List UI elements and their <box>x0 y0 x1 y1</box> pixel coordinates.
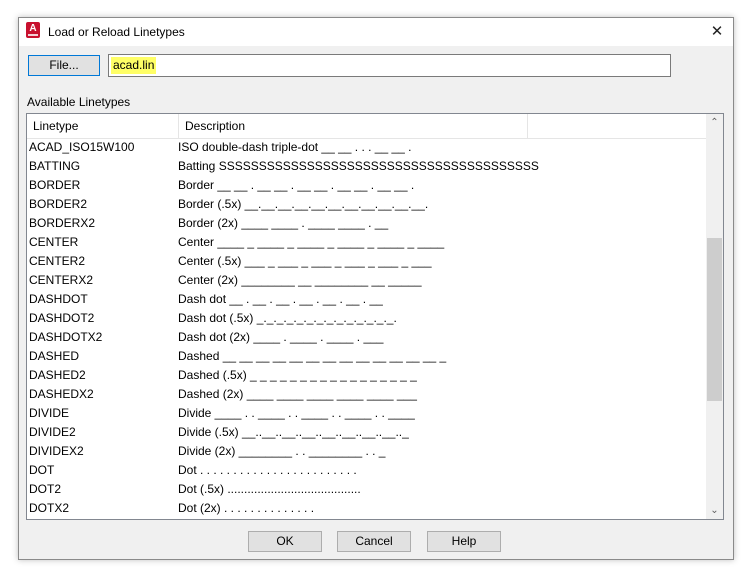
list-rows: ACAD_ISO15W100 ISO double-dash triple-dot… <box>27 138 707 518</box>
linetype-name: BATTING <box>29 159 81 173</box>
linetype-name: BORDER2 <box>29 197 88 211</box>
vertical-scrollbar[interactable]: ⌃ ⌄ <box>706 114 723 519</box>
load-linetypes-dialog: A Load or Reload Linetypes ✕ File... aca… <box>18 17 734 560</box>
file-button[interactable]: File... <box>28 55 100 76</box>
list-item[interactable]: BORDER2 Border (.5x) __.__.__.__.__.__.__… <box>27 195 707 214</box>
linetype-description: ISO double-dash triple-dot __ __ . . . _… <box>178 140 412 154</box>
linetype-description: Dash dot (2x) ____ . ____ . ____ . ___ <box>178 330 384 344</box>
linetype-description: Divide (.5x) __..__..__..__..__..__..__.… <box>178 425 409 439</box>
linetype-description: Dot (2x) . . . . . . . . . . . . . . <box>178 501 315 515</box>
linetype-description: Dashed (2x) ____ ____ ____ ____ ____ ___ <box>178 387 417 401</box>
title-bar: A Load or Reload Linetypes ✕ <box>19 18 733 46</box>
linetype-description: Border (.5x) __.__.__.__.__.__.__.__.__.… <box>178 197 429 211</box>
list-item[interactable]: DIVIDE2 Divide (.5x) __..__..__..__..__..… <box>27 423 707 442</box>
linetype-description: Dot (.5x) ..............................… <box>178 482 361 496</box>
list-item[interactable]: DOT2 Dot (.5x) ..........................… <box>27 480 707 499</box>
cancel-button[interactable]: Cancel <box>337 531 411 552</box>
linetype-name: DIVIDE2 <box>29 425 76 439</box>
linetype-name: DASHED <box>29 349 80 363</box>
linetype-description: Center ____ _ ____ _ ____ _ ____ _ ____ … <box>178 235 445 249</box>
list-item[interactable]: ACAD_ISO15W100 ISO double-dash triple-dot… <box>27 138 707 157</box>
dialog-title: Load or Reload Linetypes <box>48 25 185 39</box>
linetype-name: DIVIDE <box>29 406 70 420</box>
linetype-description: Divide (2x) ________ . . ________ . . _ <box>178 444 386 458</box>
linetype-description: Center (.5x) ___ _ ___ _ ___ _ ___ _ ___… <box>178 254 432 268</box>
list-item[interactable]: BATTING Batting SSSSSSSSSSSSSSSSSSSSSSSSS… <box>27 157 707 176</box>
linetype-description: Dot . . . . . . . . . . . . . . . . . . … <box>178 463 357 477</box>
list-item[interactable]: DASHED Dashed __ __ __ __ __ __ __ __ __ … <box>27 347 707 366</box>
list-item[interactable]: DASHED2 Dashed (.5x) _ _ _ _ _ _ _ _ _ _ … <box>27 366 707 385</box>
scrollbar-thumb[interactable] <box>707 238 722 401</box>
linetype-description: Batting SSSSSSSSSSSSSSSSSSSSSSSSSSSSSSSS… <box>178 159 539 173</box>
list-item[interactable]: DIVIDEX2 Divide (2x) ________ . . _______… <box>27 442 707 461</box>
linetype-description: Divide ____ . . ____ . . ____ . . ____ .… <box>178 406 415 420</box>
linetype-name: CENTER <box>29 235 79 249</box>
help-button[interactable]: Help <box>427 531 501 552</box>
linetype-name: CENTER2 <box>29 254 86 268</box>
list-item[interactable]: CENTER Center ____ _ ____ _ ____ _ ____ _… <box>27 233 707 252</box>
linetype-name: BORDER <box>29 178 81 192</box>
list-item[interactable]: DOTX2 Dot (2x) . . . . . . . . . . . . . … <box>27 499 707 518</box>
list-item[interactable]: BORDERX2 Border (2x) ____ ____ . ____ ___… <box>27 214 707 233</box>
file-name-field[interactable]: acad.lin <box>108 54 671 77</box>
scroll-up-icon[interactable]: ⌃ <box>706 114 723 131</box>
column-header-description[interactable]: Description <box>179 114 527 138</box>
ok-button[interactable]: OK <box>248 531 322 552</box>
linetype-name: DOTX2 <box>29 501 70 515</box>
available-linetypes-label: Available Linetypes <box>27 95 131 109</box>
linetype-description: Dashed (.5x) _ _ _ _ _ _ _ _ _ _ _ _ _ _… <box>178 368 417 382</box>
linetype-name: DASHDOT2 <box>29 311 95 325</box>
linetype-list[interactable]: Linetype Description ACAD_ISO15W100 ISO d… <box>26 113 724 520</box>
linetype-description: Border (2x) ____ ____ . ____ ____ . __ <box>178 216 389 230</box>
list-item[interactable]: CENTERX2 Center (2x) ________ __ ________… <box>27 271 707 290</box>
scroll-down-icon[interactable]: ⌄ <box>706 502 723 519</box>
list-item[interactable]: BORDER Border __ __ . __ __ . __ __ . __ … <box>27 176 707 195</box>
linetype-name: BORDERX2 <box>29 216 96 230</box>
linetype-name: DOT2 <box>29 482 62 496</box>
linetype-description: Dashed __ __ __ __ __ __ __ __ __ __ __ … <box>178 349 447 363</box>
linetype-name: DASHED2 <box>29 368 86 382</box>
list-item[interactable]: CENTER2 Center (.5x) ___ _ ___ _ ___ _ __… <box>27 252 707 271</box>
list-item[interactable]: DASHDOT2 Dash dot (.5x) _._._._._._._._._… <box>27 309 707 328</box>
linetype-name: CENTERX2 <box>29 273 94 287</box>
list-item[interactable]: DASHDOT Dash dot __ . __ . __ . __ . __ .… <box>27 290 707 309</box>
linetype-name: DASHDOT <box>29 292 88 306</box>
autocad-app-icon: A <box>26 22 40 38</box>
linetype-description: Border __ __ . __ __ . __ __ . __ __ . _… <box>178 178 415 192</box>
list-item[interactable]: DOT Dot . . . . . . . . . . . . . . . . .… <box>27 461 707 480</box>
close-icon[interactable]: ✕ <box>701 18 733 46</box>
list-item[interactable]: DIVIDE Divide ____ . . ____ . . ____ . . … <box>27 404 707 423</box>
list-item[interactable]: DASHEDX2 Dashed (2x) ____ ____ ____ ____ … <box>27 385 707 404</box>
linetype-name: ACAD_ISO15W100 <box>29 140 135 154</box>
linetype-name: DASHEDX2 <box>29 387 94 401</box>
list-header: Linetype Description <box>27 114 707 139</box>
column-header-linetype[interactable]: Linetype <box>27 114 178 138</box>
linetype-name: DASHDOTX2 <box>29 330 103 344</box>
column-divider[interactable] <box>527 114 528 138</box>
list-item[interactable]: DASHDOTX2 Dash dot (2x) ____ . ____ . ___… <box>27 328 707 347</box>
linetype-description: Dash dot __ . __ . __ . __ . __ . __ . _… <box>178 292 383 306</box>
linetype-name: DIVIDEX2 <box>29 444 84 458</box>
linetype-description: Center (2x) ________ __ ________ __ ____… <box>178 273 422 287</box>
linetype-name: DOT <box>29 463 55 477</box>
linetype-description: Dash dot (.5x) _._._._._._._._._._._._._… <box>178 311 397 325</box>
file-name-value: acad.lin <box>111 57 157 74</box>
